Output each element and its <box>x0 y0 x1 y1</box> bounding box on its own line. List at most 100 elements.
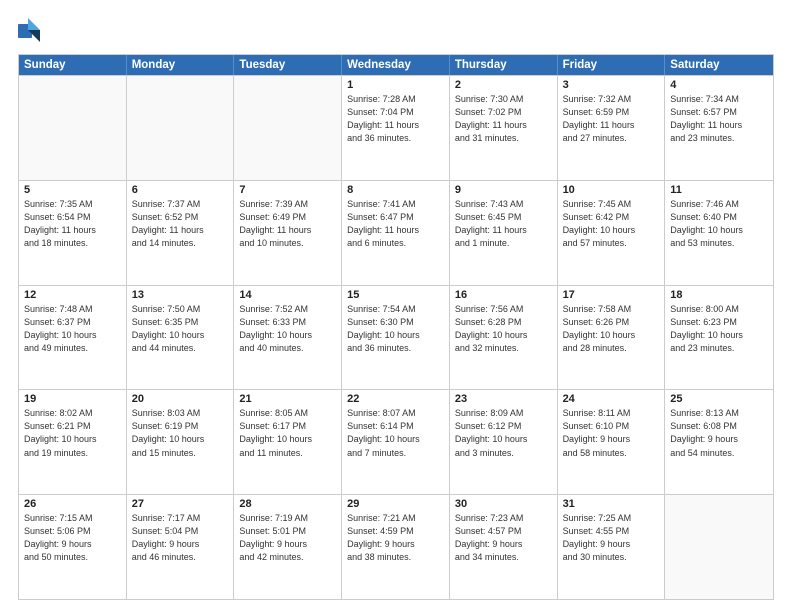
logo-icon <box>18 16 40 46</box>
calendar-cell: 10 Sunrise: 7:45 AM Sunset: 6:42 PM Dayli… <box>558 181 666 285</box>
calendar-cell: 7Sunrise: 7:39 AM Sunset: 6:49 PM Daylig… <box>234 181 342 285</box>
header-day-monday: Monday <box>127 55 235 75</box>
cell-date: 30 <box>455 498 552 510</box>
cell-date: 9 <box>455 184 552 196</box>
calendar-cell: 9 Sunrise: 7:43 AM Sunset: 6:45 PM Daylig… <box>450 181 558 285</box>
header-day-friday: Friday <box>558 55 666 75</box>
header-day-sunday: Sunday <box>19 55 127 75</box>
calendar-cell: 6 Sunrise: 7:37 AM Sunset: 6:52 PM Daylig… <box>127 181 235 285</box>
cell-info: Sunrise: 7:17 AM Sunset: 5:04 PM Dayligh… <box>132 512 229 564</box>
cell-info: Sunrise: 7:46 AM Sunset: 6:40 PM Dayligh… <box>670 198 768 250</box>
calendar-cell: 15 Sunrise: 7:54 AM Sunset: 6:30 PM Dayli… <box>342 286 450 390</box>
header-day-wednesday: Wednesday <box>342 55 450 75</box>
cell-date: 29 <box>347 498 444 510</box>
cell-date: 3 <box>563 79 660 91</box>
calendar-row-2: 5 Sunrise: 7:35 AM Sunset: 6:54 PM Daylig… <box>19 180 773 285</box>
cell-info: Sunrise: 7:56 AM Sunset: 6:28 PM Dayligh… <box>455 303 552 355</box>
cell-date: 21 <box>239 393 336 405</box>
header-day-tuesday: Tuesday <box>234 55 342 75</box>
cell-info: Sunrise: 8:05 AM Sunset: 6:17 PM Dayligh… <box>239 407 336 459</box>
cell-info: Sunrise: 7:15 AM Sunset: 5:06 PM Dayligh… <box>24 512 121 564</box>
cell-info: Sunrise: 8:09 AM Sunset: 6:12 PM Dayligh… <box>455 407 552 459</box>
cell-info: Sunrise: 7:58 AM Sunset: 6:26 PM Dayligh… <box>563 303 660 355</box>
cell-date: 2 <box>455 79 552 91</box>
cell-date: 10 <box>563 184 660 196</box>
calendar-cell: 14Sunrise: 7:52 AM Sunset: 6:33 PM Dayli… <box>234 286 342 390</box>
cell-date: 28 <box>239 498 336 510</box>
calendar-header: SundayMondayTuesdayWednesdayThursdayFrid… <box>19 55 773 75</box>
cell-info: Sunrise: 7:25 AM Sunset: 4:55 PM Dayligh… <box>563 512 660 564</box>
calendar-cell: 27 Sunrise: 7:17 AM Sunset: 5:04 PM Dayli… <box>127 495 235 599</box>
calendar-cell: 13Sunrise: 7:50 AM Sunset: 6:35 PM Dayli… <box>127 286 235 390</box>
cell-date: 8 <box>347 184 444 196</box>
cell-date: 22 <box>347 393 444 405</box>
cell-date: 18 <box>670 289 768 301</box>
cell-date: 26 <box>24 498 121 510</box>
calendar-cell: 21 Sunrise: 8:05 AM Sunset: 6:17 PM Dayli… <box>234 390 342 494</box>
calendar-row-4: 19 Sunrise: 8:02 AM Sunset: 6:21 PM Dayli… <box>19 389 773 494</box>
calendar-cell: 16 Sunrise: 7:56 AM Sunset: 6:28 PM Dayli… <box>450 286 558 390</box>
calendar-cell: 30 Sunrise: 7:23 AM Sunset: 4:57 PM Dayli… <box>450 495 558 599</box>
calendar-cell <box>234 76 342 180</box>
cell-date: 6 <box>132 184 229 196</box>
cell-date: 24 <box>563 393 660 405</box>
cell-info: Sunrise: 8:02 AM Sunset: 6:21 PM Dayligh… <box>24 407 121 459</box>
calendar-cell: 11 Sunrise: 7:46 AM Sunset: 6:40 PM Dayli… <box>665 181 773 285</box>
cell-date: 23 <box>455 393 552 405</box>
cell-date: 31 <box>563 498 660 510</box>
cell-date: 19 <box>24 393 121 405</box>
cell-info: Sunrise: 8:07 AM Sunset: 6:14 PM Dayligh… <box>347 407 444 459</box>
cell-info: Sunrise: 7:28 AM Sunset: 7:04 PM Dayligh… <box>347 93 444 145</box>
cell-info: Sunrise: 7:35 AM Sunset: 6:54 PM Dayligh… <box>24 198 121 250</box>
calendar-cell: 25 Sunrise: 8:13 AM Sunset: 6:08 PM Dayli… <box>665 390 773 494</box>
cell-info: Sunrise: 8:03 AM Sunset: 6:19 PM Dayligh… <box>132 407 229 459</box>
calendar-cell: 8Sunrise: 7:41 AM Sunset: 6:47 PM Daylig… <box>342 181 450 285</box>
cell-info: Sunrise: 7:34 AM Sunset: 6:57 PM Dayligh… <box>670 93 768 145</box>
calendar-cell: 12 Sunrise: 7:48 AM Sunset: 6:37 PM Dayli… <box>19 286 127 390</box>
cell-date: 15 <box>347 289 444 301</box>
calendar-cell: 4 Sunrise: 7:34 AM Sunset: 6:57 PM Daylig… <box>665 76 773 180</box>
cell-date: 5 <box>24 184 121 196</box>
calendar-body: 1 Sunrise: 7:28 AM Sunset: 7:04 PM Daylig… <box>19 75 773 599</box>
cell-info: Sunrise: 7:19 AM Sunset: 5:01 PM Dayligh… <box>239 512 336 564</box>
calendar-cell: 19 Sunrise: 8:02 AM Sunset: 6:21 PM Dayli… <box>19 390 127 494</box>
header-day-saturday: Saturday <box>665 55 773 75</box>
cell-date: 4 <box>670 79 768 91</box>
cell-info: Sunrise: 7:48 AM Sunset: 6:37 PM Dayligh… <box>24 303 121 355</box>
calendar-cell: 2Sunrise: 7:30 AM Sunset: 7:02 PM Daylig… <box>450 76 558 180</box>
cell-date: 11 <box>670 184 768 196</box>
calendar-row-3: 12 Sunrise: 7:48 AM Sunset: 6:37 PM Dayli… <box>19 285 773 390</box>
calendar-row-1: 1 Sunrise: 7:28 AM Sunset: 7:04 PM Daylig… <box>19 75 773 180</box>
calendar: SundayMondayTuesdayWednesdayThursdayFrid… <box>18 54 774 600</box>
cell-info: Sunrise: 7:45 AM Sunset: 6:42 PM Dayligh… <box>563 198 660 250</box>
cell-date: 27 <box>132 498 229 510</box>
cell-info: Sunrise: 8:13 AM Sunset: 6:08 PM Dayligh… <box>670 407 768 459</box>
cell-date: 13 <box>132 289 229 301</box>
cell-info: Sunrise: 7:23 AM Sunset: 4:57 PM Dayligh… <box>455 512 552 564</box>
cell-date: 12 <box>24 289 121 301</box>
header-day-thursday: Thursday <box>450 55 558 75</box>
cell-info: Sunrise: 7:43 AM Sunset: 6:45 PM Dayligh… <box>455 198 552 250</box>
cell-info: Sunrise: 7:54 AM Sunset: 6:30 PM Dayligh… <box>347 303 444 355</box>
calendar-cell: 20 Sunrise: 8:03 AM Sunset: 6:19 PM Dayli… <box>127 390 235 494</box>
calendar-cell: 29Sunrise: 7:21 AM Sunset: 4:59 PM Dayli… <box>342 495 450 599</box>
logo <box>18 16 44 46</box>
cell-info: Sunrise: 7:52 AM Sunset: 6:33 PM Dayligh… <box>239 303 336 355</box>
cell-date: 20 <box>132 393 229 405</box>
calendar-cell: 18Sunrise: 8:00 AM Sunset: 6:23 PM Dayli… <box>665 286 773 390</box>
calendar-cell: 1 Sunrise: 7:28 AM Sunset: 7:04 PM Daylig… <box>342 76 450 180</box>
calendar-cell <box>665 495 773 599</box>
calendar-cell: 23 Sunrise: 8:09 AM Sunset: 6:12 PM Dayli… <box>450 390 558 494</box>
calendar-cell: 28 Sunrise: 7:19 AM Sunset: 5:01 PM Dayli… <box>234 495 342 599</box>
calendar-cell: 17Sunrise: 7:58 AM Sunset: 6:26 PM Dayli… <box>558 286 666 390</box>
cell-info: Sunrise: 7:37 AM Sunset: 6:52 PM Dayligh… <box>132 198 229 250</box>
calendar-cell: 31 Sunrise: 7:25 AM Sunset: 4:55 PM Dayli… <box>558 495 666 599</box>
calendar-cell: 5 Sunrise: 7:35 AM Sunset: 6:54 PM Daylig… <box>19 181 127 285</box>
calendar-row-5: 26 Sunrise: 7:15 AM Sunset: 5:06 PM Dayli… <box>19 494 773 599</box>
calendar-cell: 24 Sunrise: 8:11 AM Sunset: 6:10 PM Dayli… <box>558 390 666 494</box>
calendar-cell <box>127 76 235 180</box>
cell-date: 16 <box>455 289 552 301</box>
cell-date: 1 <box>347 79 444 91</box>
cell-date: 25 <box>670 393 768 405</box>
cell-info: Sunrise: 8:11 AM Sunset: 6:10 PM Dayligh… <box>563 407 660 459</box>
